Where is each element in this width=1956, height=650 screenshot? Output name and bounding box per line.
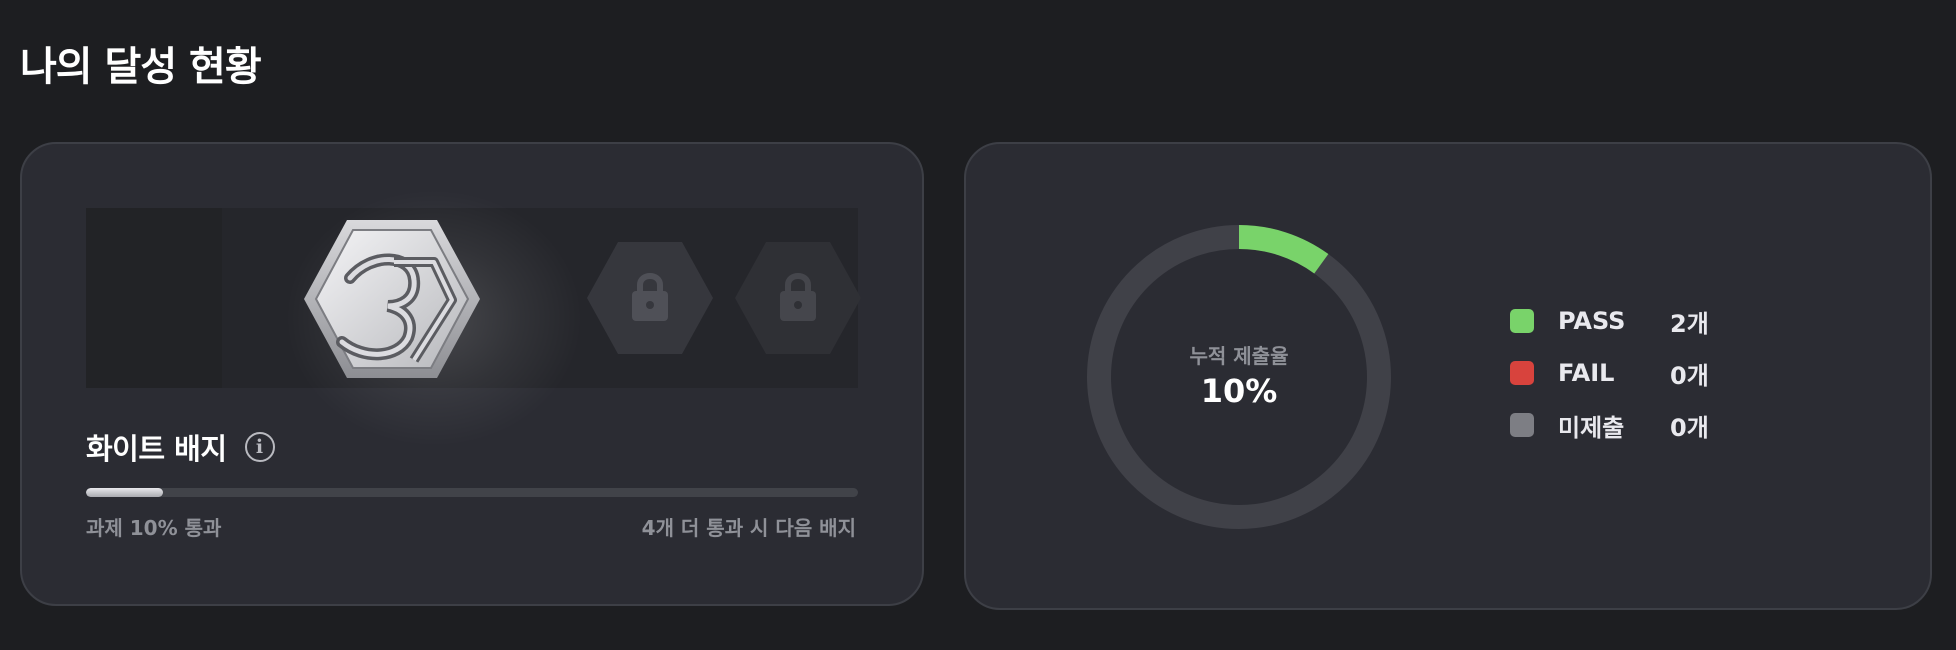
legend-count: 0개: [1670, 413, 1709, 442]
legend-label: PASS: [1558, 307, 1626, 335]
locked-badge-2: [735, 242, 861, 354]
badge-name-row: 화이트 배지 i: [86, 426, 275, 468]
legend-item-unsubmitted: 미제출 0개: [1510, 412, 1709, 442]
legend-count: 2개: [1670, 309, 1709, 338]
badge-carousel[interactable]: [86, 188, 861, 448]
legend-label: FAIL: [1558, 359, 1615, 387]
badge-slot-empty: [86, 208, 222, 388]
legend: PASS 2개 FAIL 0개 미제출 0개: [1510, 307, 1709, 464]
submission-stats-card: 누적 제출율 10% PASS 2개 FAIL 0개 미제출 0개: [964, 142, 1932, 610]
legend-swatch-pass: [1510, 309, 1534, 333]
legend-label: 미제출: [1558, 413, 1625, 442]
donut-label: 누적 제출율: [1189, 344, 1289, 368]
badge-progress-fill: [86, 488, 164, 497]
donut-value: 10%: [1200, 372, 1278, 410]
locked-badge-1: [587, 242, 713, 354]
badge-progress-bar: [86, 488, 858, 497]
legend-swatch-fail: [1510, 361, 1534, 385]
next-badge-hint: 4개 더 통과 시 다음 배지: [641, 516, 856, 540]
badge-hexagon-icon[interactable]: [302, 218, 482, 380]
page-title: 나의 달성 현황: [20, 44, 262, 90]
info-icon[interactable]: i: [244, 432, 275, 462]
legend-item-pass: PASS 2개: [1510, 307, 1709, 338]
legend-swatch-unsubmitted: [1510, 413, 1534, 437]
legend-count: 0개: [1670, 361, 1709, 390]
legend-item-fail: FAIL 0개: [1510, 359, 1709, 390]
badge-card: 화이트 배지 i 과제 10% 통과 4개 더 통과 시 다음 배지: [20, 142, 924, 606]
badge-name: 화이트 배지: [86, 432, 227, 466]
progress-status-text: 과제 10% 통과: [86, 516, 222, 540]
